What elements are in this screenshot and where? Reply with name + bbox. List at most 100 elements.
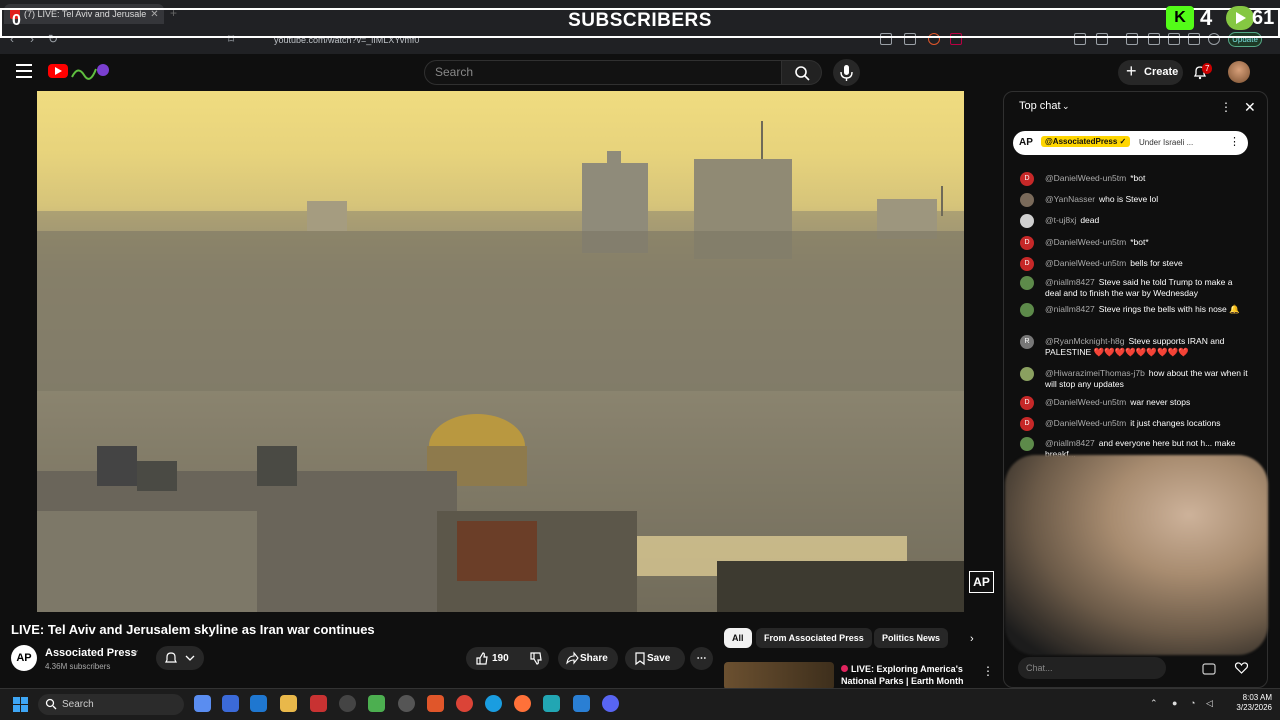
search-input[interactable]: Search <box>424 60 782 85</box>
tabs-icon[interactable] <box>1168 33 1180 45</box>
hamburger-menu-icon[interactable] <box>16 64 32 78</box>
taskbar-app-icon[interactable] <box>543 695 560 712</box>
volume-icon[interactable]: ◁ <box>1206 698 1213 709</box>
recommendation-more-icon[interactable]: ⋮ <box>982 664 994 678</box>
vpn-icon[interactable] <box>1208 33 1220 45</box>
wallet-icon[interactable] <box>1096 33 1108 45</box>
bookmark-icon[interactable]: ⌑ <box>228 32 234 46</box>
mic-tray-icon[interactable]: ● <box>1172 698 1177 708</box>
edge-icon[interactable] <box>485 695 502 712</box>
chat-author-avatar[interactable] <box>1020 193 1034 207</box>
windows-start-icon[interactable] <box>13 697 28 712</box>
chat-input[interactable]: Chat... <box>1018 657 1166 679</box>
chat-author-name[interactable]: @DanielWeed-un5tm <box>1045 258 1126 268</box>
taskbar-app-icon[interactable] <box>368 695 385 712</box>
taskbar-app-icon[interactable] <box>339 695 356 712</box>
chat-author-name[interactable]: @RyanMcknight-h8g <box>1045 336 1125 346</box>
taskbar-app-icon[interactable] <box>250 695 267 712</box>
chat-author-name[interactable]: @YanNasser <box>1045 194 1095 204</box>
heart-icon[interactable] <box>1234 661 1249 675</box>
cast-icon[interactable] <box>880 33 892 45</box>
chevron-right-icon[interactable]: › <box>970 633 974 645</box>
back-icon[interactable]: ‹ <box>10 32 14 46</box>
channel-name[interactable]: Associated Press <box>45 647 137 659</box>
chat-author-avatar[interactable] <box>1020 303 1034 317</box>
chat-author-avatar[interactable] <box>1020 367 1034 381</box>
address-bar[interactable]: youtube.com/watch?v=_iIMLXYvmf0 <box>246 32 966 48</box>
thumbs-down-icon[interactable] <box>526 647 546 670</box>
channel-avatar[interactable]: AP <box>11 645 37 671</box>
chat-author-avatar[interactable]: D <box>1020 236 1034 250</box>
file-explorer-icon[interactable] <box>280 695 297 712</box>
chat-author-avatar[interactable] <box>1020 214 1034 228</box>
chat-author-name[interactable]: @niallm8427 <box>1045 304 1095 314</box>
chip-from-associated-press[interactable]: From Associated Press <box>756 628 872 648</box>
system-clock[interactable]: 8:03 AM 3/23/2026 <box>1222 693 1272 713</box>
chat-author-avatar[interactable]: D <box>1020 417 1034 431</box>
chat-author-name[interactable]: @niallm8427 <box>1045 438 1095 448</box>
chip-all[interactable]: All <box>724 628 752 648</box>
recommendation-thumbnail[interactable] <box>724 662 834 690</box>
network-icon[interactable]: ◔ <box>1190 698 1195 708</box>
brave-shield-icon[interactable] <box>928 33 940 45</box>
chat-options-icon[interactable]: ⋮ <box>1220 100 1232 114</box>
chat-message-text: bells for steve <box>1130 258 1183 268</box>
pinned-options-icon[interactable]: ⋮ <box>1229 135 1240 148</box>
chat-author-avatar[interactable]: D <box>1020 172 1034 186</box>
chat-author-avatar[interactable]: D <box>1020 396 1034 410</box>
rewards-icon[interactable] <box>950 33 962 45</box>
like-dislike-group[interactable]: 190 <box>466 647 549 670</box>
taskbar-search[interactable]: Search <box>38 694 184 715</box>
chat-author-avatar[interactable]: R <box>1020 335 1034 349</box>
youtube-doodle-icon[interactable] <box>70 61 110 81</box>
share-page-icon[interactable] <box>904 33 916 45</box>
sidebar-icon[interactable] <box>1148 33 1160 45</box>
chat-author-name[interactable]: @DanielWeed-un5tm <box>1045 173 1126 183</box>
more-actions-icon[interactable]: ⋯ <box>690 647 713 670</box>
chat-author-avatar[interactable] <box>1020 276 1034 290</box>
reload-icon[interactable]: ↻ <box>48 32 58 46</box>
downloads-icon[interactable] <box>1188 33 1200 45</box>
firefox-icon[interactable] <box>514 695 531 712</box>
taskbar-app-icon[interactable] <box>310 695 327 712</box>
chat-mode-selector[interactable]: Top chat <box>1019 100 1061 112</box>
chat-author-name[interactable]: @niallm8427 <box>1045 277 1095 287</box>
search-button[interactable] <box>782 60 822 85</box>
taskbar-app-icon[interactable] <box>398 695 415 712</box>
create-button[interactable]: Create <box>1118 59 1183 85</box>
chat-author-name[interactable]: @DanielWeed-un5tm <box>1045 237 1126 247</box>
taskbar-app-icon[interactable] <box>222 695 239 712</box>
chat-author-avatar[interactable]: D <box>1020 257 1034 271</box>
share-button[interactable]: Share <box>558 647 618 670</box>
chat-author-name[interactable]: @t-uj8xj <box>1045 215 1076 225</box>
update-button[interactable]: Update <box>1228 32 1262 47</box>
chat-author-name[interactable]: @DanielWeed-un5tm <box>1045 418 1126 428</box>
super-chat-icon[interactable] <box>1202 662 1216 676</box>
chat-author-name[interactable]: @HiwarazimeiThomas-j7b <box>1045 368 1145 378</box>
discord-icon[interactable] <box>602 695 619 712</box>
notification-preference-button[interactable] <box>156 646 204 670</box>
thumbs-up-icon[interactable] <box>472 647 492 670</box>
pinned-author[interactable]: @AssociatedPress ✓ <box>1041 136 1131 147</box>
media-icon[interactable] <box>1126 33 1138 45</box>
extension-icon[interactable] <box>1074 33 1086 45</box>
tray-chevron-icon[interactable]: ⌃ <box>1150 698 1158 709</box>
voice-search-button[interactable] <box>833 59 860 86</box>
close-chat-icon[interactable]: ✕ <box>1244 99 1256 116</box>
chevron-down-icon[interactable]: ⌄ <box>1062 101 1070 112</box>
chip-politics-news[interactable]: Politics News <box>874 628 949 648</box>
pinned-message[interactable]: AP @AssociatedPress ✓ Under Israeli ... … <box>1013 131 1248 155</box>
chrome-icon[interactable] <box>456 695 473 712</box>
save-button[interactable]: Save <box>625 647 685 670</box>
vscode-icon[interactable] <box>573 695 590 712</box>
chat-author-avatar[interactable] <box>1020 437 1034 451</box>
youtube-logo-icon[interactable] <box>48 64 68 78</box>
share-label: Share <box>580 653 608 664</box>
user-avatar[interactable] <box>1228 61 1250 83</box>
chat-author-name[interactable]: @DanielWeed-un5tm <box>1045 397 1126 407</box>
brave-browser-icon[interactable] <box>427 695 444 712</box>
video-player[interactable] <box>37 91 964 612</box>
taskbar-app-icon[interactable] <box>194 695 211 712</box>
forward-icon[interactable]: › <box>30 32 34 46</box>
chat-message-text: dead <box>1080 215 1100 225</box>
